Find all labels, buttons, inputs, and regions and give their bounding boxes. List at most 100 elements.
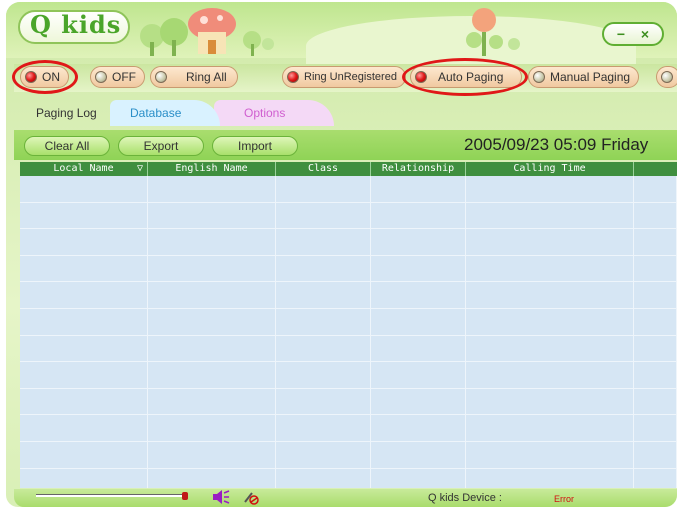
table-cell (466, 468, 634, 488)
table-row[interactable] (20, 308, 677, 336)
table-cell (466, 176, 634, 202)
table-cell (276, 415, 371, 441)
table-cell (148, 335, 276, 362)
table-row[interactable] (20, 468, 677, 488)
table-cell (276, 229, 371, 255)
minimize-icon[interactable]: − (611, 26, 631, 42)
table-cell (371, 335, 466, 362)
table-cell (466, 335, 634, 362)
tab-paging-log[interactable]: Paging Log (24, 100, 114, 126)
table-cell (276, 282, 371, 308)
table-header: Local Name ▽ English Name Class Relation… (20, 162, 677, 176)
status-bar: Q kids Device : Error (14, 489, 677, 507)
tab-database-label: Database (130, 106, 182, 120)
manual-paging-button[interactable]: Manual Paging (528, 66, 640, 88)
table-cell (371, 229, 466, 255)
microphone-muted-icon[interactable] (242, 489, 260, 505)
col-calling-time[interactable]: Calling Time (466, 162, 634, 176)
on-label: ON (42, 70, 60, 84)
table-cell (634, 362, 677, 388)
grey-indicator-icon (533, 71, 545, 83)
table-row[interactable] (20, 229, 677, 256)
table-cell (276, 441, 371, 468)
volume-slider-handle[interactable] (182, 492, 188, 500)
export-button[interactable]: Export (118, 136, 204, 156)
on-button[interactable]: ON (20, 66, 69, 88)
col-local-name[interactable]: Local Name ▽ (20, 162, 148, 176)
tab-database[interactable]: Database (110, 100, 220, 126)
table-cell (148, 176, 276, 202)
close-icon[interactable]: × (635, 26, 655, 42)
table-cell (634, 415, 677, 441)
tab-paging-log-label: Paging Log (36, 106, 97, 120)
table-cell (20, 308, 148, 335)
table-cell (371, 255, 466, 282)
table-row[interactable] (20, 441, 677, 469)
window-controls: − × (602, 22, 664, 46)
table-cell (371, 176, 466, 202)
off-button[interactable]: OFF (90, 66, 145, 88)
table-cell (276, 388, 371, 415)
table-cell (20, 441, 148, 468)
table-cell (466, 229, 634, 255)
table-cell (634, 388, 677, 415)
table-cell (634, 468, 677, 488)
ring-unregistered-button[interactable]: Ring UnRegistered (282, 66, 406, 88)
tab-bar: Options Database Paging Log (14, 98, 677, 128)
table-cell (148, 415, 276, 441)
table-cell (466, 362, 634, 388)
col-english-name[interactable]: English Name (148, 162, 276, 176)
table-cell (276, 202, 371, 229)
table-row[interactable] (20, 202, 677, 230)
table-row[interactable] (20, 415, 677, 442)
col-relationship[interactable]: Relationship (371, 162, 466, 176)
table-row[interactable] (20, 282, 677, 309)
manual-paging-label: Manual Paging (550, 70, 631, 84)
auto-paging-label: Auto Paging (438, 70, 504, 84)
grey-indicator-icon (95, 71, 107, 83)
table-cell (466, 415, 634, 441)
table-cell (148, 441, 276, 468)
table-cell (634, 229, 677, 255)
table-body (20, 176, 677, 488)
speaker-icon[interactable] (212, 489, 230, 505)
red-indicator-icon (415, 71, 427, 83)
clear-all-button[interactable]: Clear All (24, 136, 110, 156)
col-extra[interactable] (634, 162, 677, 176)
table-cell (276, 468, 371, 488)
sort-down-icon[interactable]: ▽ (137, 162, 143, 176)
table-row[interactable] (20, 388, 677, 416)
table-cell (148, 308, 276, 335)
extra-mode-button[interactable] (656, 66, 677, 88)
ring-unregistered-label: Ring UnRegistered (304, 71, 397, 83)
table-cell (466, 282, 634, 308)
grey-indicator-icon (155, 71, 167, 83)
table-cell (20, 335, 148, 362)
table-row[interactable] (20, 335, 677, 363)
col-local-name-label: Local Name (53, 163, 114, 174)
table-cell (634, 441, 677, 468)
current-datetime: 2005/09/23 05:09 Friday (464, 135, 649, 154)
table-cell (148, 202, 276, 229)
table-cell (634, 176, 677, 202)
red-indicator-icon (287, 71, 299, 83)
volume-slider-track[interactable] (36, 494, 186, 497)
table-cell (371, 388, 466, 415)
table-cell (20, 176, 148, 202)
table-row[interactable] (20, 362, 677, 389)
app-logo: Q kids (30, 10, 122, 39)
auto-paging-button[interactable]: Auto Paging (410, 66, 522, 88)
table-cell (20, 229, 148, 255)
table-cell (371, 282, 466, 308)
ring-all-button[interactable]: Ring All (150, 66, 238, 88)
table-row[interactable] (20, 176, 677, 203)
paging-log-table: Local Name ▽ English Name Class Relation… (20, 162, 677, 488)
col-class[interactable]: Class (276, 162, 371, 176)
table-cell (634, 308, 677, 335)
title-banner: Q kids − × (6, 2, 677, 76)
table-cell (371, 308, 466, 335)
table-row[interactable] (20, 255, 677, 283)
tab-options[interactable]: Options (214, 100, 334, 126)
table-cell (20, 388, 148, 415)
import-button[interactable]: Import (212, 136, 298, 156)
